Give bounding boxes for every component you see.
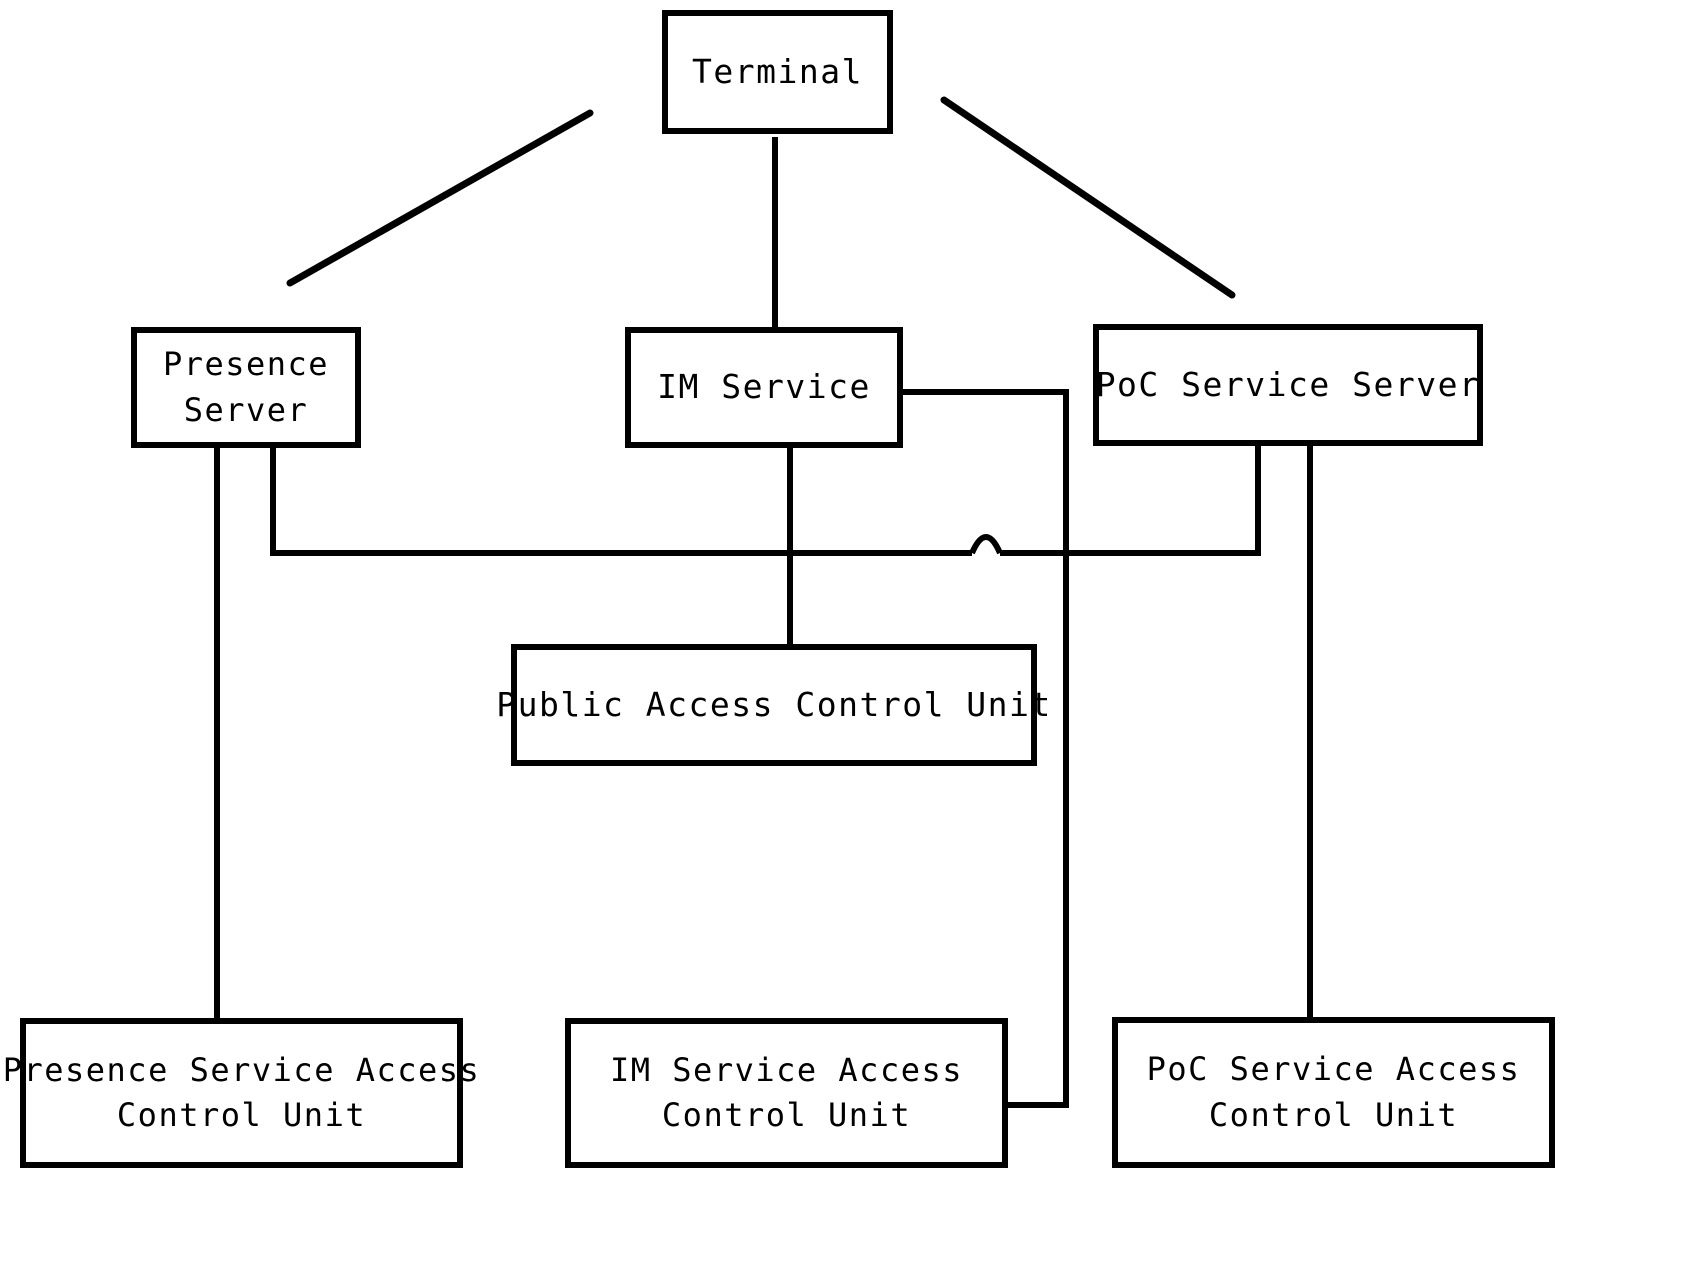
diagram-canvas — [20, 10, 1555, 1168]
node-box-presence-server[interactable] — [131, 327, 361, 448]
connector-presence-server-to-poc-service-server — [270, 445, 972, 556]
diagram-root: Terminal Presence Server IM Service PoC S… — [0, 0, 1693, 1288]
node-box-terminal[interactable] — [662, 10, 893, 134]
connector-presence-poc-link-right — [1000, 443, 1261, 556]
connector-terminal-to-poc-service-server — [940, 96, 1236, 299]
connection-layer — [214, 96, 1313, 1108]
node-box-public-access-control-unit[interactable] — [511, 644, 1037, 766]
node-box-poc-service-server[interactable] — [1093, 324, 1483, 446]
connector-line-hop-over-crossing — [969, 534, 1003, 555]
node-box-im-service-access-control-unit[interactable] — [565, 1018, 1008, 1168]
node-box-poc-service-access-control-unit[interactable] — [1112, 1017, 1555, 1168]
connector-terminal-to-presence-server — [286, 109, 594, 287]
node-box-presence-service-access-control-unit[interactable] — [20, 1018, 463, 1168]
node-box-im-service[interactable] — [625, 327, 903, 448]
